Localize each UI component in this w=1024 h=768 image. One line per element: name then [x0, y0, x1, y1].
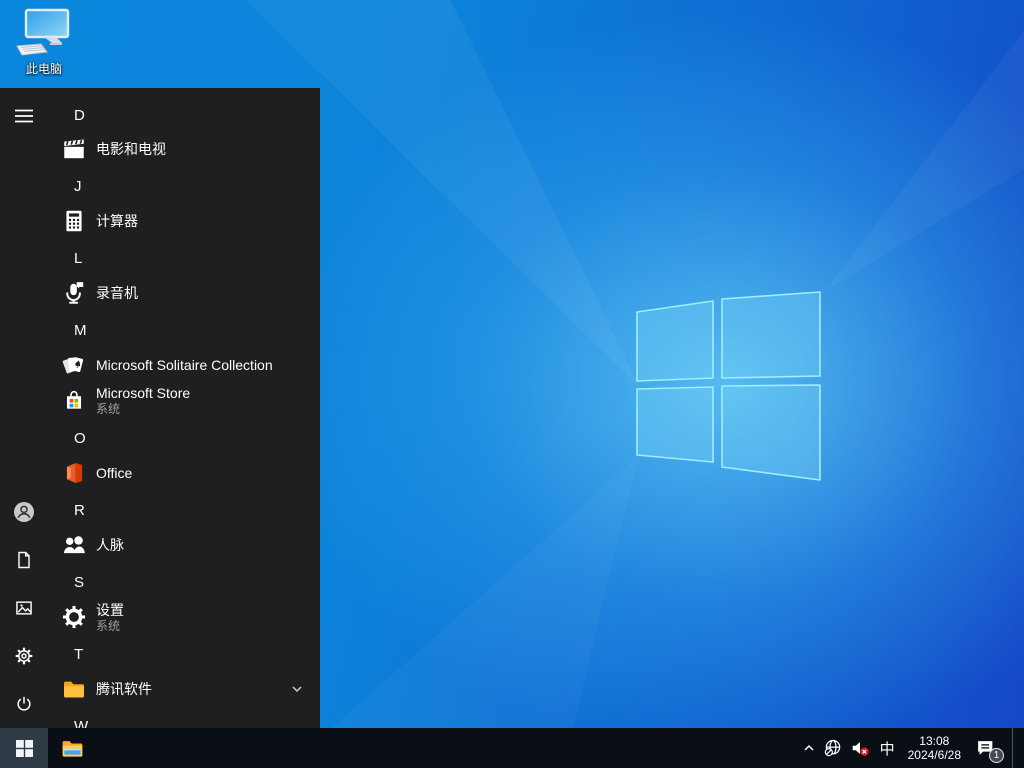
ime-indicator[interactable]: 中 — [874, 728, 901, 768]
start-app-microsoft-store[interactable]: Microsoft Store 系统 — [48, 382, 320, 418]
action-center-button[interactable]: 1 — [968, 728, 1006, 768]
start-button[interactable] — [0, 728, 48, 768]
gear-icon — [15, 647, 33, 665]
start-folder-tencent[interactable]: 腾讯软件 — [48, 673, 320, 705]
letter-header-w[interactable]: W — [48, 715, 320, 728]
letter-header-l[interactable]: L — [48, 247, 320, 271]
documents-button[interactable] — [0, 536, 48, 584]
show-desktop-button[interactable] — [1013, 728, 1018, 768]
document-icon — [18, 551, 30, 569]
people-icon — [64, 536, 85, 554]
start-app-settings[interactable]: 设置 系统 — [48, 599, 320, 635]
start-menu-rail — [0, 88, 48, 728]
volume-muted-icon — [852, 742, 869, 756]
letter-header-r[interactable]: R — [48, 499, 320, 523]
expand-menu-button[interactable] — [0, 92, 48, 140]
windows-start-icon — [15, 739, 33, 757]
network-no-internet-icon — [824, 739, 840, 757]
voice-recorder-icon — [66, 282, 84, 304]
user-account-button[interactable] — [0, 488, 48, 536]
desktop-icon-this-pc[interactable]: 此电脑 — [6, 8, 82, 77]
chevron-down-icon — [292, 686, 302, 692]
start-app-movies-tv[interactable]: 电影和电视 — [48, 133, 320, 165]
app-label: 腾讯软件 — [96, 681, 152, 697]
power-button[interactable] — [0, 680, 48, 728]
start-app-office[interactable]: Office — [48, 457, 320, 489]
start-app-solitaire[interactable]: Microsoft Solitaire Collection — [48, 349, 320, 381]
solitaire-icon — [62, 357, 84, 374]
network-status-button[interactable] — [820, 728, 846, 768]
calculator-icon — [66, 210, 82, 232]
hamburger-icon — [15, 109, 33, 123]
app-label: 录音机 — [96, 285, 138, 301]
app-sublabel: 系统 — [96, 619, 121, 633]
app-label: Microsoft Solitaire Collection — [96, 357, 273, 373]
windows-logo-wallpaper — [636, 291, 821, 481]
show-hidden-icons-button[interactable] — [798, 728, 820, 768]
start-menu-app-list: D 电影和电视 J 计算器 L 录音机 M Microsoft Solitair… — [48, 88, 320, 728]
microsoft-store-icon — [66, 390, 82, 409]
app-label: 计算器 — [96, 213, 138, 229]
app-label: 设置 — [96, 602, 124, 618]
taskbar-file-explorer-button[interactable] — [48, 728, 96, 768]
app-label: Office — [96, 465, 133, 481]
letter-header-o[interactable]: O — [48, 427, 320, 451]
pictures-icon — [16, 601, 32, 615]
taskbar-clock[interactable]: 13:08 2024/6/28 — [901, 728, 968, 768]
letter-header-s[interactable]: S — [48, 571, 320, 595]
settings-button[interactable] — [0, 632, 48, 680]
app-label: 电影和电视 — [96, 141, 166, 157]
taskbar: 中 13:08 2024/6/28 1 — [0, 728, 1024, 768]
power-icon — [17, 696, 31, 711]
office-icon — [66, 463, 83, 483]
notification-badge: 1 — [989, 748, 1004, 763]
this-pc-icon — [16, 8, 70, 56]
clock-date: 2024/6/28 — [907, 748, 961, 762]
movies-tv-icon — [64, 139, 84, 159]
clock-time: 13:08 — [919, 734, 950, 748]
start-menu: D 电影和电视 J 计算器 L 录音机 M Microsoft Solitair… — [0, 88, 320, 728]
letter-header-d[interactable]: D — [48, 104, 320, 128]
pictures-button[interactable] — [0, 584, 48, 632]
volume-button[interactable] — [846, 728, 874, 768]
letter-header-m[interactable]: M — [48, 319, 320, 343]
system-tray: 中 13:08 2024/6/28 1 — [798, 728, 1018, 768]
start-app-people[interactable]: 人脉 — [48, 529, 320, 561]
letter-header-j[interactable]: J — [48, 175, 320, 199]
desktop-icon-label: 此电脑 — [25, 62, 62, 76]
app-label: Microsoft Store — [96, 385, 191, 401]
settings-gear-icon — [62, 605, 86, 629]
app-label: 人脉 — [96, 537, 124, 553]
start-app-voice-recorder[interactable]: 录音机 — [48, 277, 320, 309]
app-sublabel: 系统 — [96, 402, 121, 416]
folder-icon — [64, 681, 84, 698]
letter-header-t[interactable]: T — [48, 643, 320, 667]
user-avatar-icon — [14, 502, 34, 522]
start-app-calculator[interactable]: 计算器 — [48, 205, 320, 237]
rail-bottom-buttons — [0, 488, 48, 728]
chevron-up-icon — [804, 744, 814, 751]
file-explorer-icon — [62, 740, 82, 757]
